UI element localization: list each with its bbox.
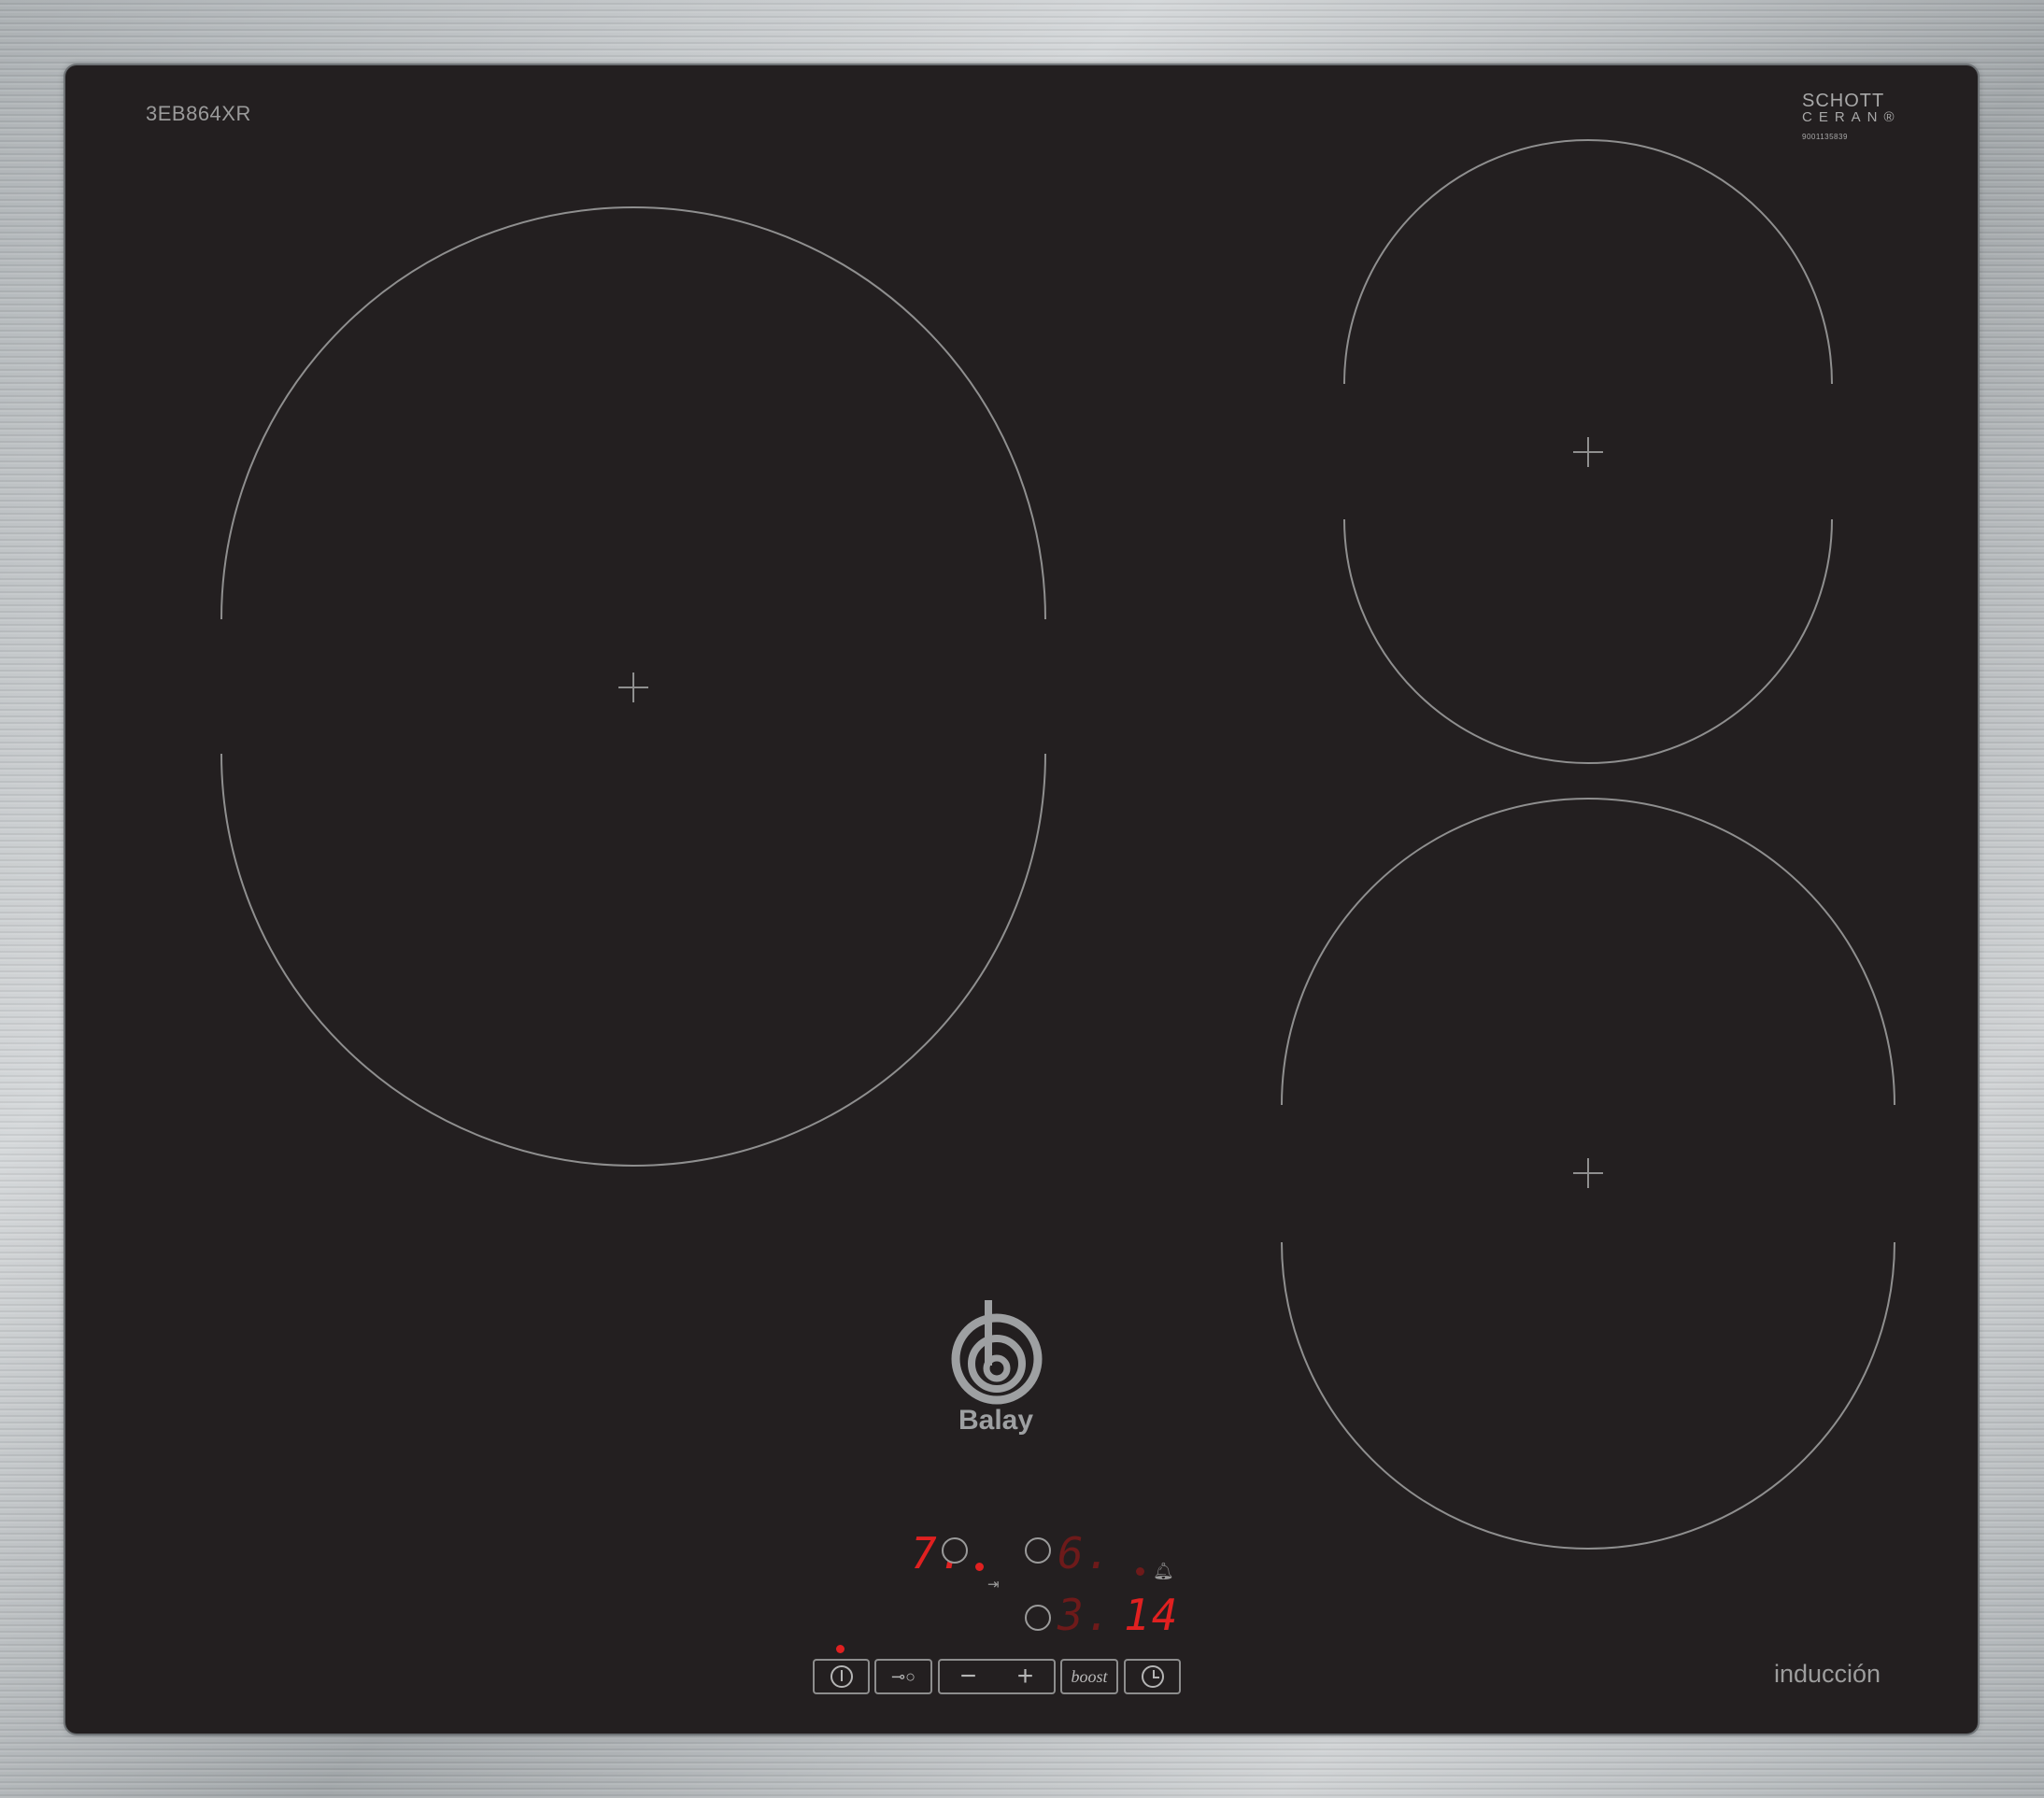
- right-top-zone-level-display: 6.: [1057, 1528, 1114, 1579]
- timer-indicator-dot: [1136, 1567, 1144, 1576]
- left-zone-indicator-dot: [975, 1563, 984, 1571]
- brand-name: Balay: [958, 1405, 1034, 1436]
- right-bottom-zone-level-display: 3.: [1057, 1590, 1114, 1640]
- zone-right-top-center-mark: [1573, 437, 1603, 467]
- key-lock-icon: ⊸○: [891, 1667, 916, 1686]
- power-icon: [830, 1665, 853, 1688]
- right-top-zone-select-button[interactable]: [1025, 1537, 1051, 1564]
- zone-right-top-arc-top: [1343, 139, 1833, 385]
- power-button[interactable]: [813, 1659, 870, 1694]
- power-indicator-dot: [836, 1645, 845, 1653]
- zone-right-top-arc-bottom: [1343, 518, 1833, 764]
- balay-logo-icon: [951, 1300, 1043, 1405]
- zone-right-bottom-center-mark: [1573, 1158, 1603, 1188]
- right-bottom-zone-select-button[interactable]: [1025, 1605, 1051, 1631]
- bell-icon: 🔔︎: [1153, 1562, 1174, 1580]
- zone-left-center-mark: [618, 672, 648, 702]
- timer-display: 14: [1124, 1590, 1180, 1640]
- boost-button[interactable]: boost: [1060, 1659, 1118, 1694]
- model-number: 3EB864XR: [146, 102, 251, 125]
- clock-icon: [1141, 1665, 1164, 1688]
- minus-plus-control[interactable]: − +: [938, 1659, 1056, 1694]
- zone-right-bottom-arc-bottom: [1281, 1241, 1895, 1550]
- induction-label: inducción: [1774, 1660, 1881, 1688]
- cooking-zones: [220, 139, 1895, 1550]
- zone-right-bottom-arc-top: [1281, 798, 1895, 1106]
- glass-brand-logo: SCHOTT CERAN® 9001135839: [1802, 92, 1914, 141]
- timer-button[interactable]: [1124, 1659, 1181, 1694]
- zone-left-large-arc-top: [220, 206, 1046, 620]
- zone-left-large-arc-bottom: [220, 753, 1046, 1167]
- glass-code: 9001135839: [1802, 133, 1848, 141]
- plus-button[interactable]: +: [997, 1663, 1054, 1691]
- glass-brand-line1: SCHOTT: [1802, 91, 1885, 111]
- boost-label: boost: [1071, 1667, 1108, 1686]
- zone-link-icon: ⇥: [987, 1577, 1000, 1593]
- glass-brand-line2: CERAN®: [1802, 109, 1901, 125]
- minus-button[interactable]: −: [940, 1663, 997, 1691]
- left-zone-select-button[interactable]: [942, 1537, 968, 1564]
- child-lock-button[interactable]: ⊸○: [874, 1659, 932, 1694]
